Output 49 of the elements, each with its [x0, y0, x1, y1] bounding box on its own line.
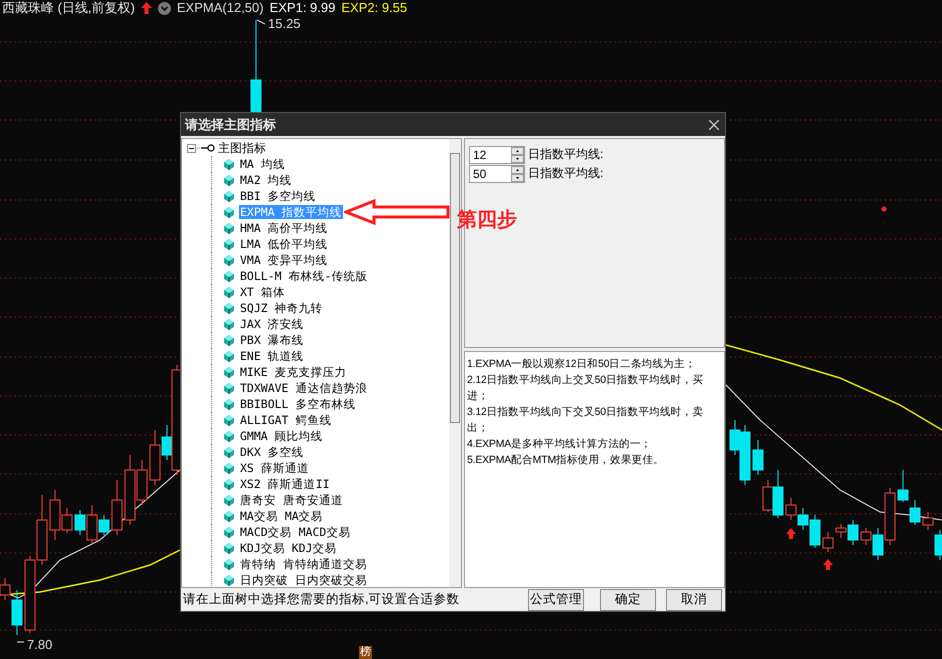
- description-line: 5.EXPMA配合MTM指标使用，效果更佳。: [466, 453, 665, 468]
- number-spin-field[interactable]: 50: [468, 164, 525, 182]
- annotation-text: 第四步: [457, 208, 517, 232]
- parameter-label: 日指数平均线:: [528, 165, 604, 182]
- tree-item[interactable]: ENE 轨道线: [239, 349, 305, 363]
- tree-item[interactable]: JAX 济安线: [239, 317, 305, 331]
- number-spin-field[interactable]: 12: [468, 146, 525, 164]
- dialog-button[interactable]: 公式管理: [528, 588, 584, 610]
- tree-item[interactable]: MA交易 MA交易: [239, 509, 324, 523]
- tree-item[interactable]: XT 箱体: [239, 285, 286, 299]
- tree-item[interactable]: SQJZ 神奇九转: [239, 301, 324, 315]
- indicator-value: EXP2: 9.55: [341, 0, 408, 16]
- description-line: 4.EXPMA是多种平均线计算方法的一；: [466, 437, 652, 452]
- dialog-button[interactable]: 取消: [666, 588, 722, 610]
- tree-item[interactable]: BBI 多空均线: [239, 189, 317, 203]
- tree-item[interactable]: MIKE 麦克支撑压力: [239, 365, 348, 379]
- description-line: 1.EXPMA一般以观察12日和50日二条均线为主；: [466, 357, 697, 372]
- tree-item[interactable]: GMMA 顾比均线: [239, 429, 324, 443]
- description-line: 3.12日指数平均线向下交叉50日指数平均线时，卖出；: [466, 405, 704, 436]
- indicator-name: EXPMA(12,50): [176, 0, 264, 16]
- tree-root-label[interactable]: 主图指标: [218, 140, 266, 156]
- rank-badge[interactable]: 榜: [359, 646, 372, 659]
- tree-item[interactable]: VMA 变异平均线: [239, 253, 329, 267]
- tree-item[interactable]: XS2 薛斯通道II: [239, 477, 331, 491]
- dialog-button[interactable]: 确定: [600, 588, 656, 610]
- tree-item[interactable]: LMA 低价平均线: [239, 237, 329, 251]
- tree-item[interactable]: 唐奇安 唐奇安通道: [239, 493, 344, 507]
- parameter-label: 日指数平均线:: [528, 146, 604, 163]
- tree-item[interactable]: 肯特纳 肯特纳通道交易: [239, 557, 368, 571]
- indicator-value: EXP1: 9.99: [270, 0, 336, 16]
- tree-item[interactable]: HMA 高价平均线: [239, 221, 329, 235]
- tree-item[interactable]: MACD交易 MACD交易: [239, 525, 352, 539]
- stock-title: 西藏珠峰 (日线,前复权): [2, 0, 135, 16]
- tree-item[interactable]: MA2 均线: [239, 173, 293, 187]
- description-line: 2.12日指数平均线向上交叉50日指数平均线时，买进；: [466, 373, 704, 404]
- tree-item[interactable]: PBX 瀑布线: [239, 333, 305, 347]
- tree-item[interactable]: XS 薛斯通道: [239, 461, 310, 475]
- tree-item[interactable]: BOLL-M 布林线-传统版: [239, 269, 368, 283]
- high-price-label: 15.25: [268, 16, 301, 31]
- tree-item[interactable]: BBIBOLL 多空布林线: [239, 397, 356, 411]
- tree-item[interactable]: TDXWAVE 通达信趋势浪: [239, 381, 368, 395]
- low-price-label: 7.80: [27, 637, 52, 652]
- tree-item[interactable]: MA 均线: [239, 157, 286, 171]
- tree-item[interactable]: 日内突破 日内突破交易: [239, 573, 368, 587]
- dialog-title: 请选择主图指标: [185, 116, 276, 134]
- tree-item[interactable]: KDJ交易 KDJ交易: [239, 541, 338, 555]
- hint-text: 请在上面树中选择您需要的指标,可设置合适参数: [183, 591, 460, 608]
- tree-item[interactable]: DKX 多空线: [239, 445, 305, 459]
- tree-item[interactable]: ALLIGAT 鳄鱼线: [239, 413, 332, 427]
